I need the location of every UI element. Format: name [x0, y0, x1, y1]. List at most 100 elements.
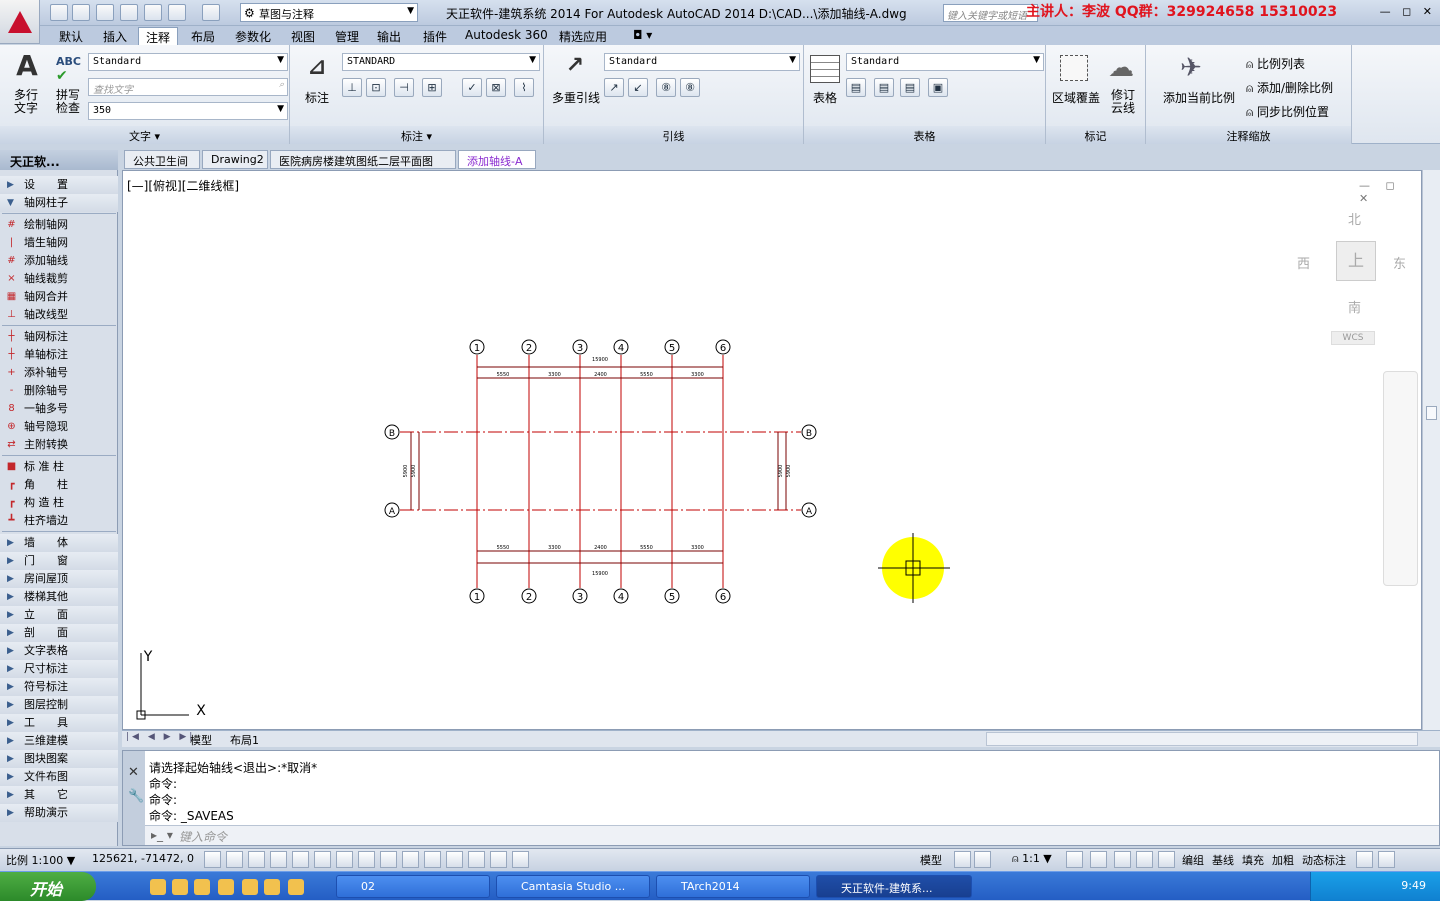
start-button[interactable]: 开始 — [0, 872, 96, 901]
multileader-icon[interactable]: ↗ — [558, 53, 592, 78]
palette-item-25[interactable]: ▶ 文字表格 — [0, 642, 118, 660]
status-toggle-2[interactable]: 填充 — [1242, 852, 1264, 868]
horizontal-scrollbar[interactable] — [986, 732, 1418, 746]
dim-break-icon[interactable]: ⊣ — [394, 78, 414, 97]
new-icon[interactable] — [50, 4, 68, 21]
scroll-thumb[interactable] — [1426, 406, 1437, 420]
annotation-scaling-panel-title[interactable]: 注释缩放 — [1146, 126, 1351, 144]
annotation-scale-select[interactable]: ⍝ 1:1 ▼ — [1012, 852, 1052, 866]
tab-layout1[interactable]: 布局1 — [230, 732, 259, 748]
status-mode-icon[interactable] — [336, 851, 353, 868]
search-input[interactable]: 键入关键字或短语 — [943, 4, 1038, 22]
revision-cloud-button[interactable]: 修订 云线 — [1104, 89, 1142, 115]
status-mode-icon[interactable] — [468, 851, 485, 868]
status-mode-icon[interactable] — [490, 851, 507, 868]
palette-item-15[interactable]: ■ 标 准 柱 — [0, 458, 118, 476]
taskbar-item-0[interactable]: 02 — [336, 875, 490, 898]
multileader-button[interactable]: 多重引线 — [548, 89, 604, 106]
palette-item-24[interactable]: ▶ 剖 面 — [0, 624, 118, 642]
status-toggle-0[interactable]: 编组 — [1182, 852, 1204, 868]
vertical-scrollbar[interactable] — [1422, 170, 1440, 730]
spell-check-button[interactable]: 拼写 检查 — [52, 89, 84, 115]
table-style-select[interactable]: Standard ▼ — [846, 53, 1044, 71]
scale-list-button[interactable]: ⍝ 比例列表 — [1246, 55, 1305, 72]
status-mode-icon[interactable] — [1066, 851, 1083, 868]
doc-tab-0[interactable]: 公共卫生间 — [124, 150, 200, 169]
palette-item-22[interactable]: ▶ 楼梯其他 — [0, 588, 118, 606]
leader-panel-title[interactable]: 引线 — [544, 126, 803, 144]
palette-item-18[interactable]: ┻ 柱齐墙边 — [0, 512, 118, 530]
tab-menu-6[interactable]: 管理 — [328, 27, 366, 44]
taskbar-item-3[interactable]: 天正软件-建筑系... — [816, 875, 972, 898]
dimension-icon[interactable]: ⊿ — [300, 55, 334, 80]
application-menu-button[interactable] — [0, 0, 40, 44]
status-mode-icon[interactable] — [1090, 851, 1107, 868]
palette-item-3[interactable]: | 墙生轴网 — [0, 234, 118, 252]
add-leader-icon[interactable]: ↗ — [604, 78, 624, 97]
status-mode-icon[interactable] — [226, 851, 243, 868]
palette-item-32[interactable]: ▶ 文件布图 — [0, 768, 118, 786]
leader-style-select[interactable]: Standard ▼ — [604, 53, 800, 71]
undo-icon[interactable] — [168, 4, 186, 21]
palette-item-31[interactable]: ▶ 图块图案 — [0, 750, 118, 768]
tab-menu-4[interactable]: 参数化 — [228, 27, 278, 44]
doc-tab-1[interactable]: Drawing2 — [202, 150, 268, 169]
palette-item-13[interactable]: ⊕ 轴号隐现 — [0, 418, 118, 436]
drawing-canvas[interactable]: [—][俯视][二维线框] — ◻ ✕ 北 南 西 东 上 WCS 112233… — [122, 170, 1422, 730]
download-data-icon[interactable]: ▤ — [900, 78, 920, 97]
window-controls[interactable]: — ◻ ✕ — [1380, 5, 1436, 18]
palette-item-4[interactable]: # 添加轴线 — [0, 252, 118, 270]
palette-item-0[interactable]: ▶ 设 置 — [0, 176, 118, 194]
status-mode-icon[interactable] — [1378, 851, 1395, 868]
taskbar-item-1[interactable]: Camtasia Studio ... — [496, 875, 650, 898]
palette-item-23[interactable]: ▶ 立 面 — [0, 606, 118, 624]
link-data-icon[interactable]: ▤ — [874, 78, 894, 97]
tab-menu-3[interactable]: 布局 — [184, 27, 222, 44]
quicklaunch-icon[interactable] — [264, 879, 280, 895]
upload-data-icon[interactable]: ▣ — [928, 78, 948, 97]
status-toggle-4[interactable]: 动态标注 — [1302, 852, 1346, 868]
status-mode-icon[interactable] — [314, 851, 331, 868]
tab-menu-9[interactable]: Autodesk 360 — [458, 27, 555, 44]
quicklaunch-icon[interactable] — [150, 879, 166, 895]
extract-data-icon[interactable]: ▤ — [846, 78, 866, 97]
palette-item-26[interactable]: ▶ 尺寸标注 — [0, 660, 118, 678]
palette-item-19[interactable]: ▶ 墙 体 — [0, 534, 118, 552]
add-delete-scale-button[interactable]: ⍝ 添加/删除比例 — [1246, 79, 1333, 96]
dim-override-icon[interactable]: ⊠ — [486, 78, 506, 97]
scale-select[interactable]: 比例 1:100 ▼ — [6, 852, 75, 868]
palette-item-7[interactable]: ⊥ 轴改线型 — [0, 306, 118, 324]
status-toggle-3[interactable]: 加粗 — [1272, 852, 1294, 868]
open-icon[interactable] — [72, 4, 90, 21]
status-toggle-1[interactable]: 基线 — [1212, 852, 1234, 868]
quicklaunch-icon[interactable] — [172, 879, 188, 895]
palette-item-14[interactable]: ⇄ 主附转换 — [0, 436, 118, 454]
palette-item-6[interactable]: ▦ 轴网合并 — [0, 288, 118, 306]
palette-item-30[interactable]: ▶ 三维建模 — [0, 732, 118, 750]
doc-tab-2[interactable]: 医院病房楼建筑图纸二层平面图 — [270, 150, 456, 169]
table-button[interactable]: 表格 — [808, 89, 842, 106]
coordinate-readout[interactable]: 125621, -71472, 0 — [92, 852, 194, 865]
find-text-input[interactable]: 查找文字 ⌕ — [88, 78, 288, 96]
markup-panel-title[interactable]: 标记 — [1046, 126, 1145, 144]
dim-linear-icon[interactable]: ⊥ — [342, 78, 362, 97]
palette-item-29[interactable]: ▶ 工 具 — [0, 714, 118, 732]
status-mode-icon[interactable] — [270, 851, 287, 868]
table-icon[interactable] — [810, 55, 840, 83]
dimension-button[interactable]: 标注 — [300, 89, 334, 106]
text-style-select[interactable]: Standard ▼ — [88, 53, 288, 71]
status-mode-icon[interactable] — [512, 851, 529, 868]
palette-item-1[interactable]: ▼ 轴网柱子 — [0, 194, 118, 212]
status-mode-icon[interactable] — [292, 851, 309, 868]
status-mode-icon[interactable] — [424, 851, 441, 868]
command-line-handle[interactable]: ✕ 🔧 — [123, 751, 145, 845]
status-mode-icon[interactable] — [358, 851, 375, 868]
palette-item-28[interactable]: ▶ 图层控制 — [0, 696, 118, 714]
palette-item-11[interactable]: - 删除轴号 — [0, 382, 118, 400]
model-space-toggle[interactable]: 模型 — [920, 852, 942, 868]
dim-continue-icon[interactable]: ⊞ — [422, 78, 442, 97]
layout-nav-buttons[interactable]: |◀ ◀ ▶ ▶| — [126, 732, 195, 742]
floor-plan-drawing[interactable]: 1 1 2 2 3 3 4 4 5 5 6 6 B B A A 15900 5550 3300 2400 5550 330… — [123, 171, 1423, 731]
palette-item-27[interactable]: ▶ 符号标注 — [0, 678, 118, 696]
redo-icon[interactable] — [202, 4, 220, 21]
